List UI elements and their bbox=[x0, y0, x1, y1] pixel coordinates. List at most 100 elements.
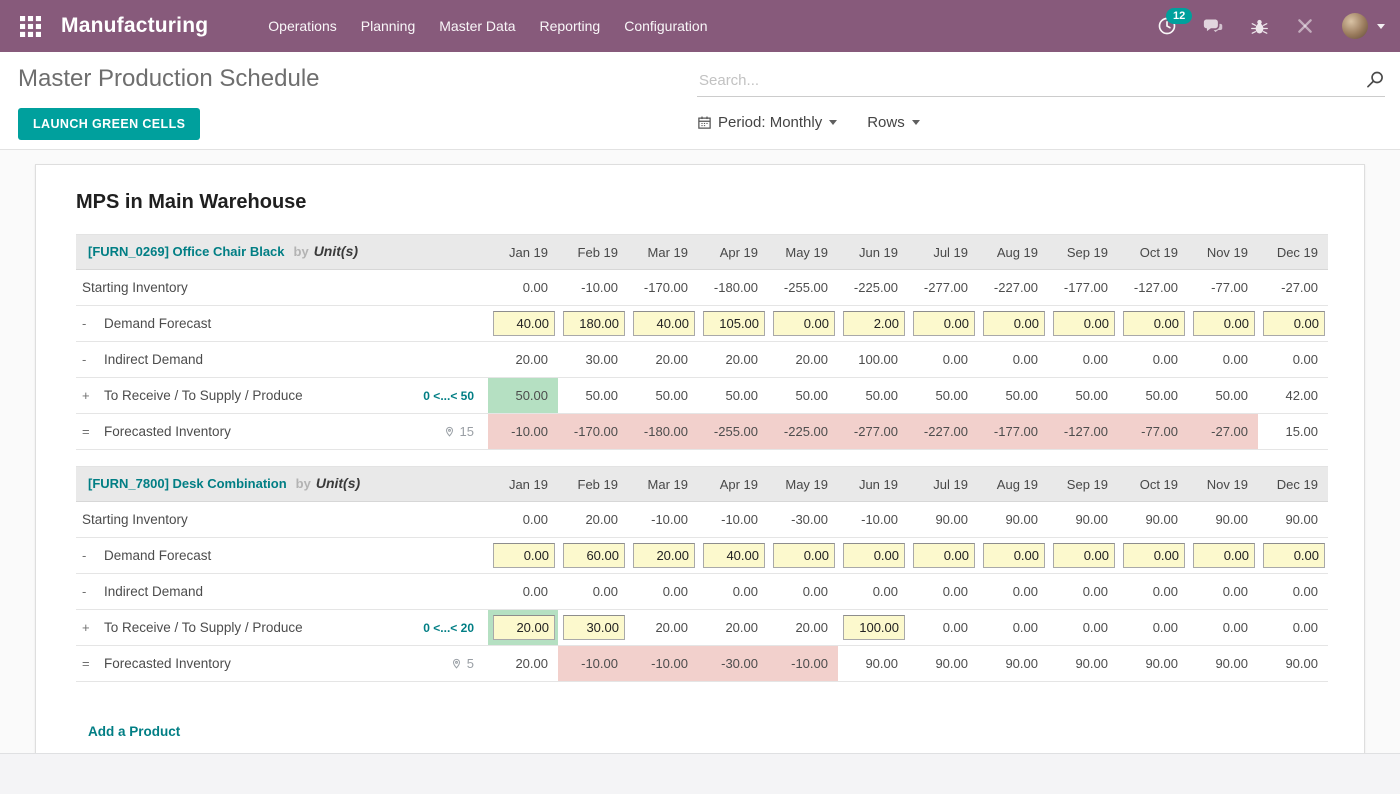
mps-value-input[interactable] bbox=[633, 543, 695, 568]
mps-product-table: [FURN_7800] Desk CombinationbyUnit(s)Jan… bbox=[76, 466, 1328, 682]
product-title-link[interactable]: [FURN_0269] Office Chair BlackbyUnit(s) bbox=[76, 235, 488, 270]
indicator-cell bbox=[398, 342, 488, 378]
mps-value-input[interactable] bbox=[773, 543, 835, 568]
bug-icon[interactable] bbox=[1237, 17, 1282, 36]
mps-value-input[interactable] bbox=[1193, 543, 1255, 568]
app-title[interactable]: Manufacturing bbox=[61, 14, 208, 38]
value-cell: -277.00 bbox=[838, 414, 908, 450]
value-cell: -10.00 bbox=[768, 646, 838, 682]
value-cell: 20.00 bbox=[768, 610, 838, 646]
value-cell: -27.00 bbox=[1188, 414, 1258, 450]
map-marker-icon bbox=[444, 425, 455, 438]
value-cell: 0.00 bbox=[838, 574, 908, 610]
nav-menu-planning[interactable]: Planning bbox=[349, 10, 428, 42]
mps-value-input[interactable] bbox=[563, 543, 625, 568]
mps-value-input[interactable] bbox=[493, 311, 555, 336]
mps-value-input[interactable] bbox=[1123, 543, 1185, 568]
value-cell: 0.00 bbox=[1258, 574, 1328, 610]
mps-value-input[interactable] bbox=[563, 311, 625, 336]
mps-value-input[interactable] bbox=[843, 311, 905, 336]
mps-value-input[interactable] bbox=[843, 615, 905, 640]
month-header: Jul 19 bbox=[908, 467, 978, 502]
value-cell: -180.00 bbox=[628, 414, 698, 450]
row-label-cell: =Forecasted Inventory bbox=[76, 646, 398, 682]
mps-value-input[interactable] bbox=[983, 311, 1045, 336]
row-label-cell: +To Receive / To Supply / Produce bbox=[76, 378, 398, 414]
row-label: Indirect Demand bbox=[104, 584, 203, 599]
nav-menu-reporting[interactable]: Reporting bbox=[528, 10, 613, 42]
value-cell: 90.00 bbox=[1118, 502, 1188, 538]
mps-value-input[interactable] bbox=[703, 543, 765, 568]
value-cell: 0.00 bbox=[1118, 342, 1188, 378]
product-header-row: [FURN_0269] Office Chair BlackbyUnit(s)J… bbox=[76, 235, 1328, 270]
value-cell: -30.00 bbox=[698, 646, 768, 682]
period-filter-dropdown[interactable]: Period: Monthly bbox=[697, 114, 837, 131]
mps-value-input[interactable] bbox=[493, 543, 555, 568]
mps-value-input[interactable] bbox=[1263, 543, 1325, 568]
value-cell: 0.00 bbox=[1048, 342, 1118, 378]
content-area: MPS in Main Warehouse [FURN_0269] Office… bbox=[0, 150, 1400, 753]
page-title: Master Production Schedule bbox=[18, 65, 320, 93]
nav-menu-master-data[interactable]: Master Data bbox=[427, 10, 527, 42]
mps-value-input[interactable] bbox=[1053, 311, 1115, 336]
product-name: [FURN_7800] Desk Combination bbox=[88, 476, 287, 491]
mps-value-input[interactable] bbox=[913, 311, 975, 336]
value-cell: 20.00 bbox=[558, 502, 628, 538]
apps-grid-icon[interactable] bbox=[20, 16, 41, 37]
mps-value-input[interactable] bbox=[1123, 311, 1185, 336]
month-header: Aug 19 bbox=[978, 235, 1048, 270]
launch-green-cells-button[interactable]: LAUNCH GREEN CELLS bbox=[18, 108, 200, 140]
by-label: by bbox=[294, 244, 309, 259]
mps-value-input[interactable] bbox=[843, 543, 905, 568]
value-cell: 0.00 bbox=[908, 574, 978, 610]
mps-value-input[interactable] bbox=[493, 615, 555, 640]
mps-value-input[interactable] bbox=[563, 615, 625, 640]
row-label: Starting Inventory bbox=[82, 280, 188, 295]
month-header: Jan 19 bbox=[488, 467, 558, 502]
product-title-link[interactable]: [FURN_7800] Desk CombinationbyUnit(s) bbox=[76, 467, 488, 502]
value-cell: 0.00 bbox=[488, 502, 558, 538]
mps-value-input[interactable] bbox=[1263, 311, 1325, 336]
month-header: Apr 19 bbox=[698, 467, 768, 502]
indicator-cell: 0 <...< 50 bbox=[398, 378, 488, 414]
value-cell: -177.00 bbox=[978, 414, 1048, 450]
value-cell: 50.00 bbox=[1188, 378, 1258, 414]
nav-menu-configuration[interactable]: Configuration bbox=[612, 10, 719, 42]
top-navbar: Manufacturing Operations Planning Master… bbox=[0, 0, 1400, 52]
mps-value-input[interactable] bbox=[773, 311, 835, 336]
activity-clock-icon[interactable]: 12 bbox=[1144, 16, 1190, 36]
row-label-cell: -Demand Forecast bbox=[76, 538, 398, 574]
add-product-link[interactable]: Add a Product bbox=[88, 724, 180, 739]
support-tools-icon[interactable] bbox=[1282, 16, 1328, 36]
indicator-cell bbox=[398, 574, 488, 610]
mps-value-input[interactable] bbox=[983, 543, 1045, 568]
row-label: Forecasted Inventory bbox=[104, 656, 231, 671]
forecast-cell bbox=[1188, 538, 1258, 574]
user-avatar[interactable] bbox=[1342, 13, 1368, 39]
nav-menu-operations[interactable]: Operations bbox=[256, 10, 348, 42]
forecast-cell bbox=[488, 306, 558, 342]
mps-value-input[interactable] bbox=[633, 311, 695, 336]
mps-value-input[interactable] bbox=[1193, 311, 1255, 336]
forecast-cell bbox=[838, 538, 908, 574]
forecast-cell bbox=[1048, 538, 1118, 574]
indicator-cell bbox=[398, 538, 488, 574]
value-cell: 0.00 bbox=[558, 574, 628, 610]
month-header: Nov 19 bbox=[1188, 467, 1258, 502]
rows-dropdown[interactable]: Rows bbox=[867, 114, 920, 131]
month-header: May 19 bbox=[768, 467, 838, 502]
month-header: Mar 19 bbox=[628, 235, 698, 270]
user-menu-caret-icon[interactable] bbox=[1377, 24, 1385, 29]
messages-icon[interactable] bbox=[1190, 16, 1237, 37]
mps-value-input[interactable] bbox=[703, 311, 765, 336]
mps-value-input[interactable] bbox=[1053, 543, 1115, 568]
activity-count-badge: 12 bbox=[1166, 8, 1192, 24]
forecast-cell bbox=[628, 306, 698, 342]
value-cell: 0.00 bbox=[488, 270, 558, 306]
month-header: Oct 19 bbox=[1118, 235, 1188, 270]
search-icon[interactable] bbox=[1365, 70, 1385, 95]
mps-value-input[interactable] bbox=[913, 543, 975, 568]
mps-row-to-receive: +To Receive / To Supply / Produce0 <...<… bbox=[76, 378, 1328, 414]
value-cell: 50.00 bbox=[838, 378, 908, 414]
search-input[interactable] bbox=[697, 67, 1385, 96]
